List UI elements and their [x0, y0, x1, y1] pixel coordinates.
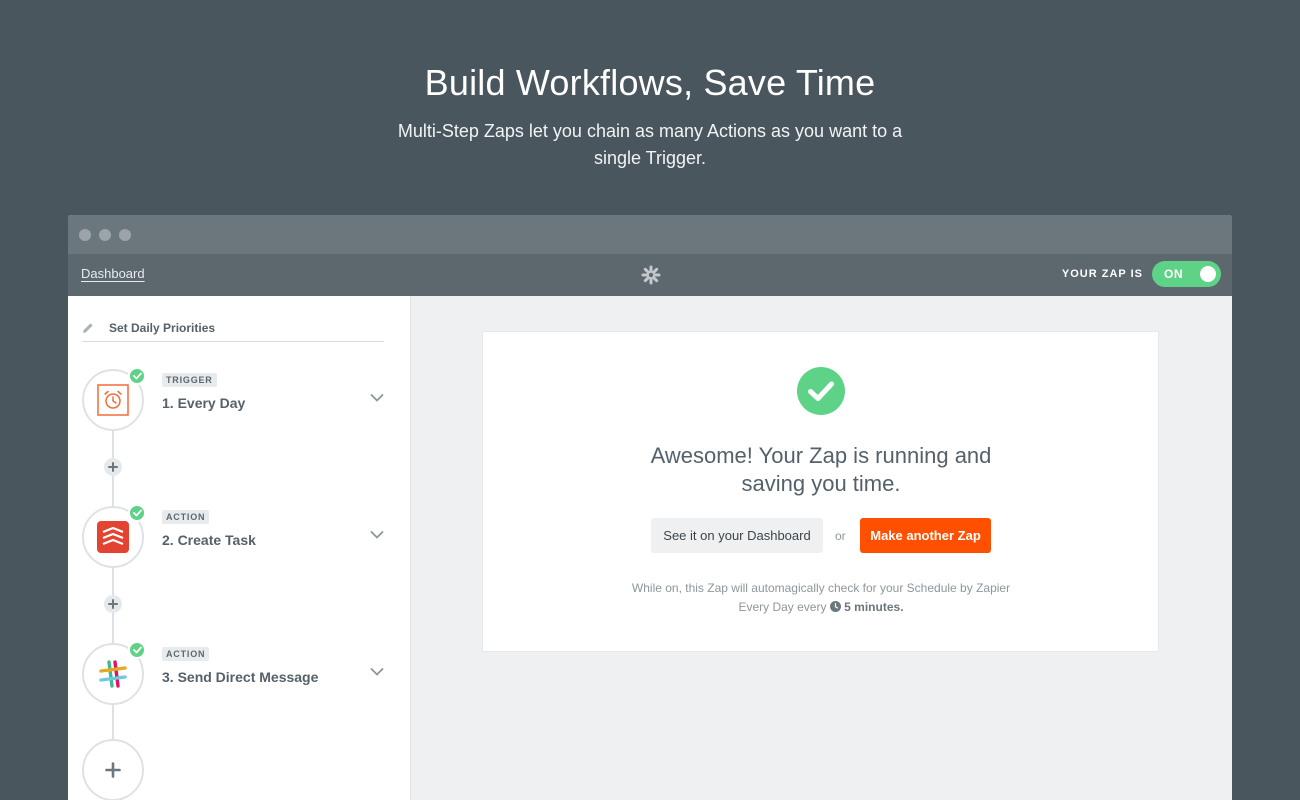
- polling-note-text: While on, this Zap will automagically ch…: [631, 581, 1011, 614]
- slack-icon: [99, 660, 127, 688]
- or-separator: or: [835, 529, 846, 543]
- zap-name-field[interactable]: Set Daily Priorities: [82, 318, 384, 342]
- toggle-label: ON: [1164, 267, 1183, 281]
- chevron-down-icon[interactable]: [370, 667, 384, 677]
- step-type-tag: TRIGGER: [162, 373, 217, 387]
- step-title: 3. Send Direct Message: [162, 669, 319, 685]
- zap-status-label: YOUR ZAP IS: [1061, 268, 1143, 280]
- zap-editor-sidebar: Set Daily Priorities TRIGGER 1. Every Da…: [68, 296, 411, 800]
- alarm-clock-icon: [97, 384, 129, 416]
- see-dashboard-button[interactable]: See it on your Dashboard: [651, 518, 823, 553]
- checkmark-icon: [132, 372, 142, 380]
- checkmark-icon: [132, 509, 142, 517]
- pencil-icon: [83, 323, 93, 333]
- add-step-button[interactable]: [104, 458, 122, 476]
- step-complete-badge: [128, 641, 146, 659]
- step-item-create-task[interactable]: ACTION 2. Create Task: [82, 504, 402, 568]
- plus-icon: [105, 762, 121, 778]
- toggle-knob: [1200, 266, 1216, 282]
- hero-subtitle: Multi-Step Zaps let you chain as many Ac…: [397, 121, 903, 168]
- success-card: Awesome! Your Zap is running and saving …: [482, 331, 1159, 652]
- plus-icon: [108, 599, 118, 609]
- chevron-down-icon[interactable]: [370, 393, 384, 403]
- step-complete-badge: [128, 367, 146, 385]
- clock-icon: [829, 601, 841, 612]
- zap-on-toggle[interactable]: ON: [1152, 261, 1221, 287]
- window-dot-close[interactable]: [79, 228, 91, 241]
- success-heading: Awesome! Your Zap is running and saving …: [650, 443, 992, 496]
- app-window: Dashboard YOUR ZAP IS ON Set Daily Prior…: [68, 215, 1232, 800]
- dashboard-link[interactable]: Dashboard: [81, 266, 145, 281]
- add-step-large-button[interactable]: [82, 739, 144, 800]
- window-dot-maximize[interactable]: [119, 228, 131, 241]
- zapier-asterisk-icon[interactable]: [640, 264, 662, 286]
- step-item-every-day[interactable]: TRIGGER 1. Every Day: [82, 367, 402, 431]
- polling-interval: 5 minutes.: [844, 600, 904, 614]
- success-check-icon: [797, 367, 845, 415]
- window-titlebar: [68, 215, 1232, 254]
- todoist-icon: [97, 521, 129, 553]
- polling-note: While on, this Zap will automagically ch…: [631, 579, 1011, 617]
- step-item-send-direct-message[interactable]: ACTION 3. Send Direct Message: [82, 641, 402, 705]
- plus-icon: [108, 462, 118, 472]
- add-step-button[interactable]: [104, 595, 122, 613]
- checkmark-icon: [132, 646, 142, 654]
- step-title: 2. Create Task: [162, 532, 256, 548]
- hero-title: Build Workflows, Save Time: [424, 62, 876, 103]
- chevron-down-icon[interactable]: [370, 530, 384, 540]
- window-dot-minimize[interactable]: [99, 228, 111, 241]
- zap-name: Set Daily Priorities: [109, 321, 216, 335]
- step-type-tag: ACTION: [162, 510, 210, 524]
- step-title: 1. Every Day: [162, 395, 246, 411]
- make-another-zap-button[interactable]: Make another Zap: [860, 518, 991, 553]
- step-type-tag: ACTION: [162, 647, 210, 661]
- app-header: Dashboard YOUR ZAP IS ON: [68, 254, 1232, 296]
- step-complete-badge: [128, 504, 146, 522]
